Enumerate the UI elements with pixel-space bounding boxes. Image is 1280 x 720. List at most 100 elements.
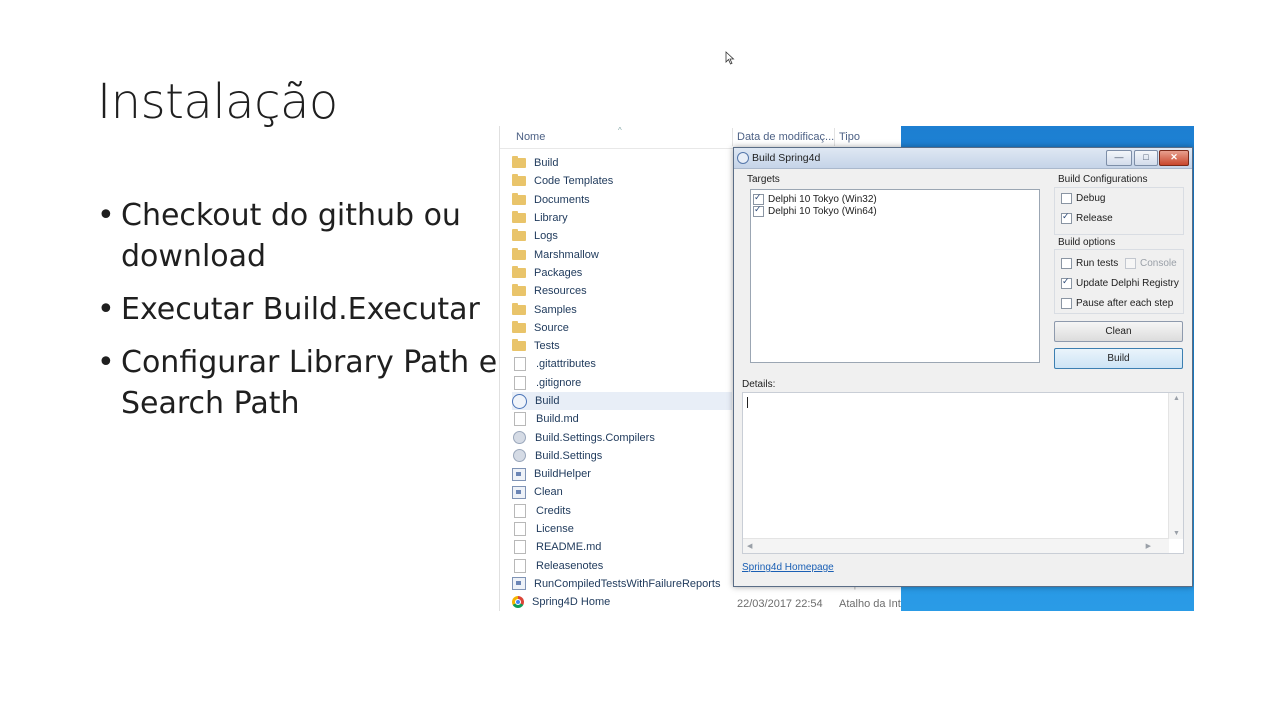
build-button[interactable]: Build <box>1054 348 1183 369</box>
sort-ascending-icon: ^ <box>618 126 622 135</box>
file-row[interactable]: Clean <box>512 483 732 501</box>
file-icon <box>514 412 526 427</box>
file-row[interactable]: .gitignore <box>512 374 732 392</box>
file-row[interactable]: Logs <box>512 227 732 245</box>
file-row[interactable]: Build <box>512 154 732 172</box>
details-textarea[interactable]: ▲ ▼ ◀ ▶ <box>742 392 1184 554</box>
homepage-link[interactable]: Spring4d Homepage <box>742 562 834 573</box>
file-row[interactable]: Build.Settings.Compilers <box>512 428 732 446</box>
folder-icon <box>512 320 526 333</box>
build-configurations-group: Debug Release <box>1054 187 1184 235</box>
close-button[interactable]: ✕ <box>1159 150 1189 166</box>
checkbox-icon[interactable] <box>753 204 764 217</box>
dialog-titlebar[interactable]: Build Spring4d — □ ✕ <box>734 148 1192 169</box>
targets-list[interactable]: Delphi 10 Tokyo (Win32) Delphi 10 Tokyo … <box>750 189 1040 363</box>
scroll-right-icon[interactable]: ▶ <box>1146 542 1151 550</box>
column-type-header[interactable]: Tipo <box>839 131 860 143</box>
maximize-button[interactable]: □ <box>1134 150 1158 166</box>
target-item[interactable]: Delphi 10 Tokyo (Win64) <box>753 204 877 217</box>
file-row[interactable]: Build <box>512 391 732 411</box>
file-name: Tests <box>534 340 560 353</box>
option-label: Debug <box>1076 193 1106 204</box>
file-row[interactable]: Releasenotes <box>512 557 732 575</box>
build-options-group: Run tests Console Update Delphi Registry… <box>1054 249 1184 314</box>
exe-icon <box>512 485 526 499</box>
release-checkbox[interactable]: Release <box>1061 211 1113 224</box>
settings-file-icon <box>513 449 526 463</box>
option-label: Pause after each step <box>1076 298 1174 309</box>
bullet-dot: • <box>97 198 115 233</box>
horizontal-scrollbar[interactable]: ◀ ▶ <box>743 538 1169 553</box>
bullet-dot: • <box>97 345 115 380</box>
file-row[interactable]: Code Templates <box>512 172 732 190</box>
scroll-down-icon[interactable]: ▼ <box>1173 530 1180 537</box>
file-row[interactable]: Credits <box>512 502 732 520</box>
file-row[interactable]: RunCompiledTestsWithFailureReports <box>512 575 732 593</box>
run-tests-checkbox[interactable]: Run tests <box>1061 258 1118 269</box>
file-row[interactable]: .gitattributes <box>512 355 732 373</box>
target-label: Delphi 10 Tokyo (Win64) <box>768 205 877 217</box>
mouse-cursor-icon <box>725 51 735 65</box>
bullet-item: • Executar Build.Executar <box>97 289 517 330</box>
file-row[interactable]: Packages <box>512 264 732 282</box>
file-icon <box>514 522 526 537</box>
targets-label: Targets <box>747 174 780 185</box>
file-name: Releasenotes <box>536 559 604 572</box>
file-icon <box>514 540 526 555</box>
file-row[interactable]: Spring4D Home <box>512 593 732 611</box>
column-separator[interactable] <box>834 128 835 146</box>
minimize-button[interactable]: — <box>1106 150 1132 166</box>
checkbox-icon[interactable] <box>1061 211 1072 224</box>
file-row[interactable]: Build.Settings <box>512 447 732 465</box>
folder-icon <box>512 174 526 187</box>
column-separator[interactable] <box>732 128 733 146</box>
checkbox-icon[interactable] <box>1061 258 1072 269</box>
update-registry-checkbox[interactable]: Update Delphi Registry <box>1061 276 1179 289</box>
file-row[interactable]: Samples <box>512 300 732 318</box>
app-icon <box>737 152 749 164</box>
file-row[interactable]: README.md <box>512 538 732 556</box>
scroll-up-icon[interactable]: ▲ <box>1173 395 1180 402</box>
bullet-list: • Checkout do github ou download • Executa… <box>97 195 517 436</box>
clean-button[interactable]: Clean <box>1054 321 1183 342</box>
file-row[interactable]: Tests <box>512 337 732 355</box>
folder-icon <box>512 229 526 242</box>
file-row[interactable]: Source <box>512 319 732 337</box>
bullet-dot: • <box>97 292 115 327</box>
vertical-scrollbar[interactable]: ▲ ▼ <box>1168 393 1183 539</box>
file-name: Source <box>534 321 569 334</box>
file-row[interactable]: BuildHelper <box>512 465 732 483</box>
build-configurations-label: Build Configurations <box>1058 174 1148 185</box>
text-caret <box>747 397 748 408</box>
bullet-text: Configurar Library Path e Search Path <box>121 345 498 421</box>
checkbox-icon[interactable] <box>1061 298 1072 309</box>
bullet-text: Executar Build.Executar <box>121 292 480 327</box>
scroll-left-icon[interactable]: ◀ <box>747 542 752 550</box>
target-item[interactable]: Delphi 10 Tokyo (Win32) <box>753 192 877 205</box>
build-options-label: Build options <box>1058 237 1116 248</box>
column-date-header[interactable]: Data de modificaç... <box>737 131 834 143</box>
debug-checkbox[interactable]: Debug <box>1061 193 1105 204</box>
build-dialog: Build Spring4d — □ ✕ Targets Delphi 10 T… <box>733 147 1193 587</box>
file-row[interactable]: Documents <box>512 191 732 209</box>
file-row[interactable]: License <box>512 520 732 538</box>
folder-icon <box>512 284 526 297</box>
file-name: Build.md <box>536 413 579 426</box>
file-icon <box>514 503 526 518</box>
file-row[interactable]: Resources <box>512 282 732 300</box>
file-row[interactable]: Marshmallow <box>512 245 732 263</box>
checkbox-icon[interactable] <box>1061 276 1072 289</box>
option-label: Update Delphi Registry <box>1076 278 1179 289</box>
file-icon <box>514 375 526 390</box>
settings-file-icon <box>513 431 526 445</box>
bullet-text: Checkout do github ou download <box>121 198 461 274</box>
folder-icon <box>512 156 526 169</box>
file-row[interactable]: Library <box>512 209 732 227</box>
column-name-header[interactable]: Nome <box>516 131 545 143</box>
file-row[interactable]: Build.md <box>512 410 732 428</box>
pause-checkbox[interactable]: Pause after each step <box>1061 298 1173 309</box>
file-name: README.md <box>536 541 602 554</box>
dialog-title: Build Spring4d <box>752 152 821 164</box>
file-name: Build <box>535 395 560 407</box>
checkbox-icon[interactable] <box>1061 193 1072 204</box>
